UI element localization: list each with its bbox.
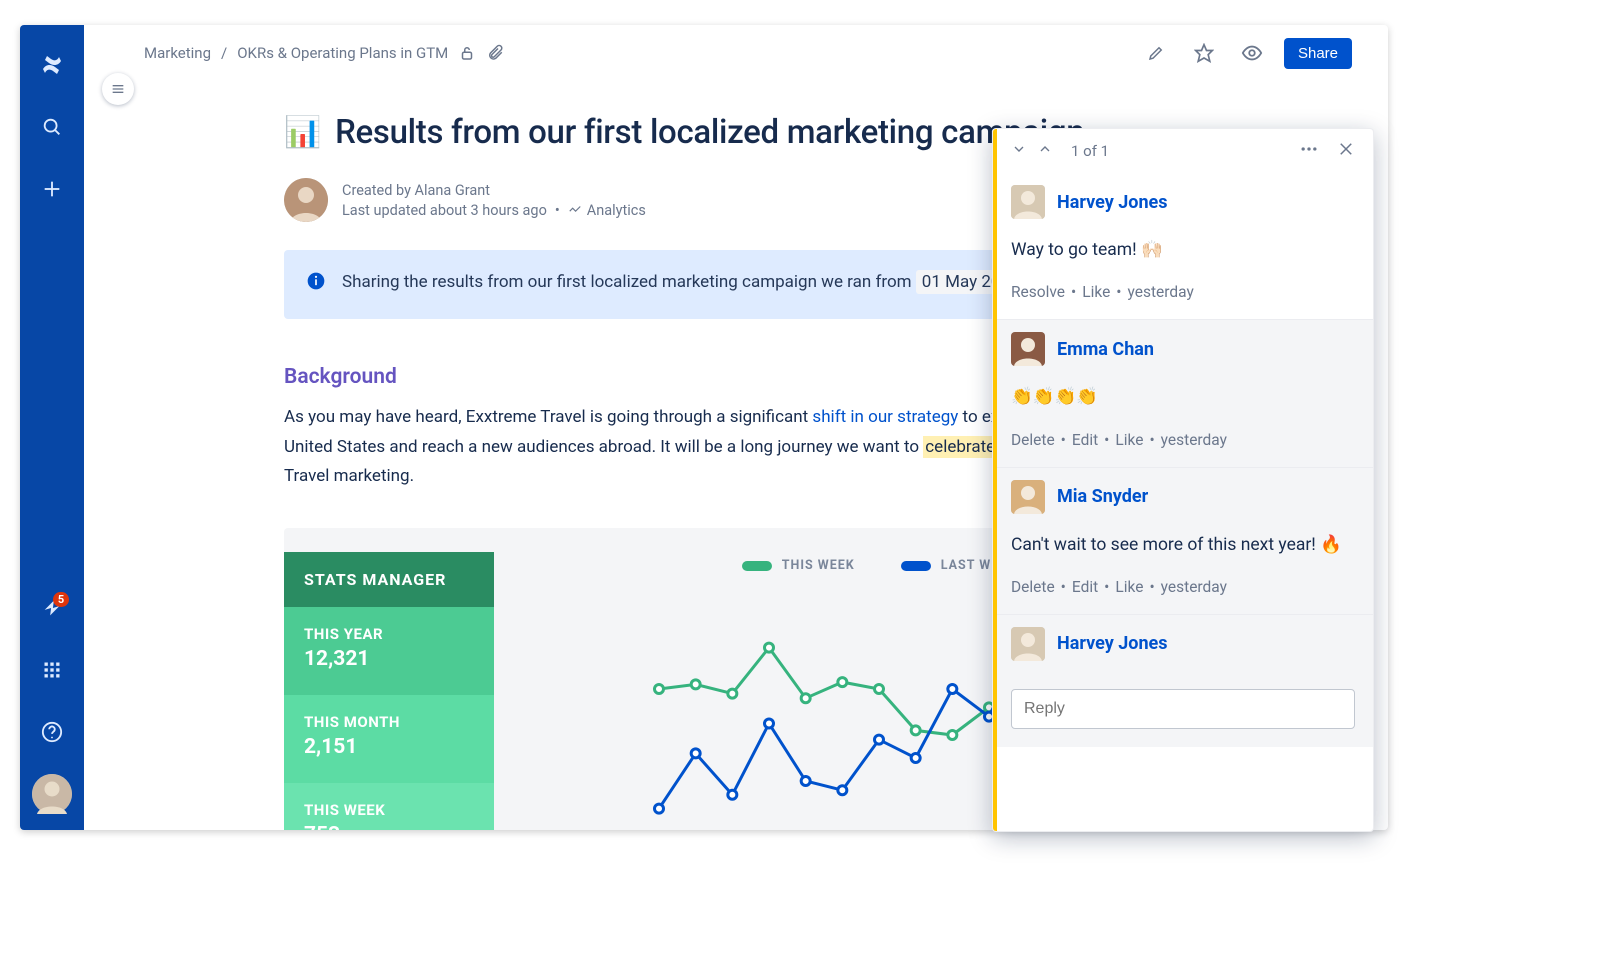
- info-icon: [306, 271, 326, 301]
- stats-header: STATS MANAGER: [284, 552, 494, 607]
- comments-header: 1 of 1: [993, 129, 1373, 173]
- comment-author[interactable]: Emma Chan: [1057, 339, 1154, 360]
- reply-avatar[interactable]: [1011, 627, 1045, 661]
- last-updated: Last updated about 3 hours ago: [342, 202, 547, 219]
- close-icon[interactable]: [1333, 136, 1359, 166]
- reply-input[interactable]: [1011, 689, 1355, 729]
- comment-action[interactable]: Like: [1115, 431, 1143, 449]
- comment-actions: Delete•Edit•Like•yesterday: [1011, 431, 1355, 449]
- stats-cell: THIS WEEK 753: [284, 783, 494, 830]
- attachments-icon[interactable]: [486, 44, 504, 62]
- author-avatar[interactable]: [284, 178, 328, 222]
- legend-swatch-this-week: [742, 561, 772, 571]
- comment-avatar[interactable]: [1011, 480, 1045, 514]
- breadcrumb-separator: /: [221, 44, 227, 62]
- comment-action[interactable]: Resolve: [1011, 283, 1065, 301]
- comment-body: 👏👏👏👏: [1011, 384, 1355, 410]
- comment-body: Way to go team! 🙌🏻: [1011, 237, 1355, 263]
- comment-timestamp: yesterday: [1161, 578, 1227, 596]
- breadcrumb-item[interactable]: Marketing: [144, 44, 211, 62]
- prev-comment-icon[interactable]: [1007, 137, 1031, 165]
- confluence-logo-icon[interactable]: [32, 45, 72, 85]
- stats-sidebar: STATS MANAGER THIS YEAR 12,321 THIS MONT…: [284, 552, 494, 830]
- comment-action[interactable]: Edit: [1072, 431, 1098, 449]
- comment-actions: Delete•Edit•Like•yesterday: [1011, 578, 1355, 596]
- reply-author[interactable]: Harvey Jones: [1057, 633, 1168, 654]
- comment-author[interactable]: Harvey Jones: [1057, 192, 1168, 213]
- comments-panel: 1 of 1 Harvey Jones Way to go team! 🙌🏻 Res…: [992, 128, 1374, 832]
- watch-icon[interactable]: [1236, 37, 1268, 69]
- profile-avatar[interactable]: [32, 774, 72, 814]
- reply-section: Harvey Jones: [993, 615, 1373, 679]
- search-icon[interactable]: [32, 107, 72, 147]
- analytics-link[interactable]: Analytics: [568, 202, 646, 219]
- comment-avatar[interactable]: [1011, 185, 1045, 219]
- share-button[interactable]: Share: [1284, 38, 1352, 69]
- page-title-text: Results from our first localized marketi…: [335, 113, 1084, 152]
- comment-action[interactable]: Edit: [1072, 578, 1098, 596]
- create-icon[interactable]: [32, 169, 72, 209]
- notification-badge: 5: [53, 592, 69, 607]
- stats-cell: THIS YEAR 12,321: [284, 607, 494, 695]
- title-emoji-icon: 📊: [284, 115, 321, 150]
- comment-item: Harvey Jones Way to go team! 🙌🏻 Resolve•Li…: [993, 173, 1373, 320]
- edit-icon[interactable]: [1140, 37, 1172, 69]
- restrictions-unlocked-icon[interactable]: [458, 44, 476, 62]
- comment-timestamp: yesterday: [1161, 431, 1227, 449]
- comment-author[interactable]: Mia Snyder: [1057, 486, 1148, 507]
- more-actions-icon[interactable]: [1295, 135, 1323, 167]
- comment-item: Mia Snyder Can't wait to see more of this…: [993, 468, 1373, 615]
- analytics-label: Analytics: [587, 202, 646, 219]
- comment-item: Emma Chan 👏👏👏👏 Delete•Edit•Like•yesterday: [993, 320, 1373, 467]
- breadcrumb-item[interactable]: OKRs & Operating Plans in GTM: [237, 44, 448, 62]
- comment-action[interactable]: Delete: [1011, 578, 1055, 596]
- stats-cell: THIS MONTH 2,151: [284, 695, 494, 783]
- global-nav-rail: 5: [20, 25, 84, 830]
- help-icon[interactable]: [32, 712, 72, 752]
- page-actions: Share: [1140, 37, 1388, 69]
- star-icon[interactable]: [1188, 37, 1220, 69]
- legend-swatch-last-week: [901, 561, 931, 571]
- author-name[interactable]: Alana Grant: [415, 182, 491, 199]
- comment-avatar[interactable]: [1011, 332, 1045, 366]
- comment-body: Can't wait to see more of this next year…: [1011, 532, 1355, 558]
- inline-link[interactable]: shift in our strategy: [812, 407, 958, 427]
- comment-timestamp: yesterday: [1128, 283, 1194, 301]
- app-switcher-icon[interactable]: [32, 650, 72, 690]
- author-prefix: Created by: [342, 182, 415, 199]
- reply-row: [993, 679, 1373, 747]
- comment-actions: Resolve•Like•yesterday: [1011, 283, 1355, 301]
- collapse-sidebar-button[interactable]: [102, 73, 134, 105]
- next-comment-icon[interactable]: [1033, 137, 1057, 165]
- comment-action[interactable]: Delete: [1011, 431, 1055, 449]
- notifications-icon[interactable]: 5: [32, 588, 72, 628]
- comment-counter: 1 of 1: [1071, 142, 1109, 160]
- comment-action[interactable]: Like: [1082, 283, 1110, 301]
- comment-action[interactable]: Like: [1115, 578, 1143, 596]
